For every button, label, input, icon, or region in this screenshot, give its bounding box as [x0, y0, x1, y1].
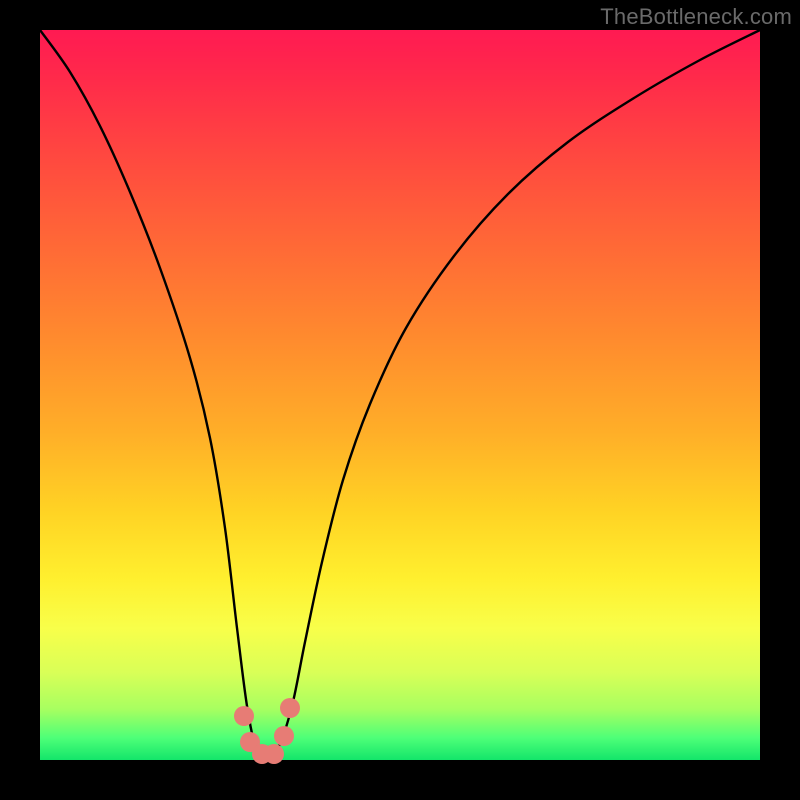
highlight-dot [264, 744, 284, 764]
highlight-dot [280, 698, 300, 718]
plot-area [40, 30, 760, 760]
watermark-text: TheBottleneck.com [600, 4, 792, 30]
highlight-dot [274, 726, 294, 746]
chart-frame: TheBottleneck.com [0, 0, 800, 800]
bottleneck-curve [40, 30, 760, 756]
highlight-marker-group [234, 698, 300, 764]
highlight-dot [234, 706, 254, 726]
curve-svg [40, 30, 760, 760]
